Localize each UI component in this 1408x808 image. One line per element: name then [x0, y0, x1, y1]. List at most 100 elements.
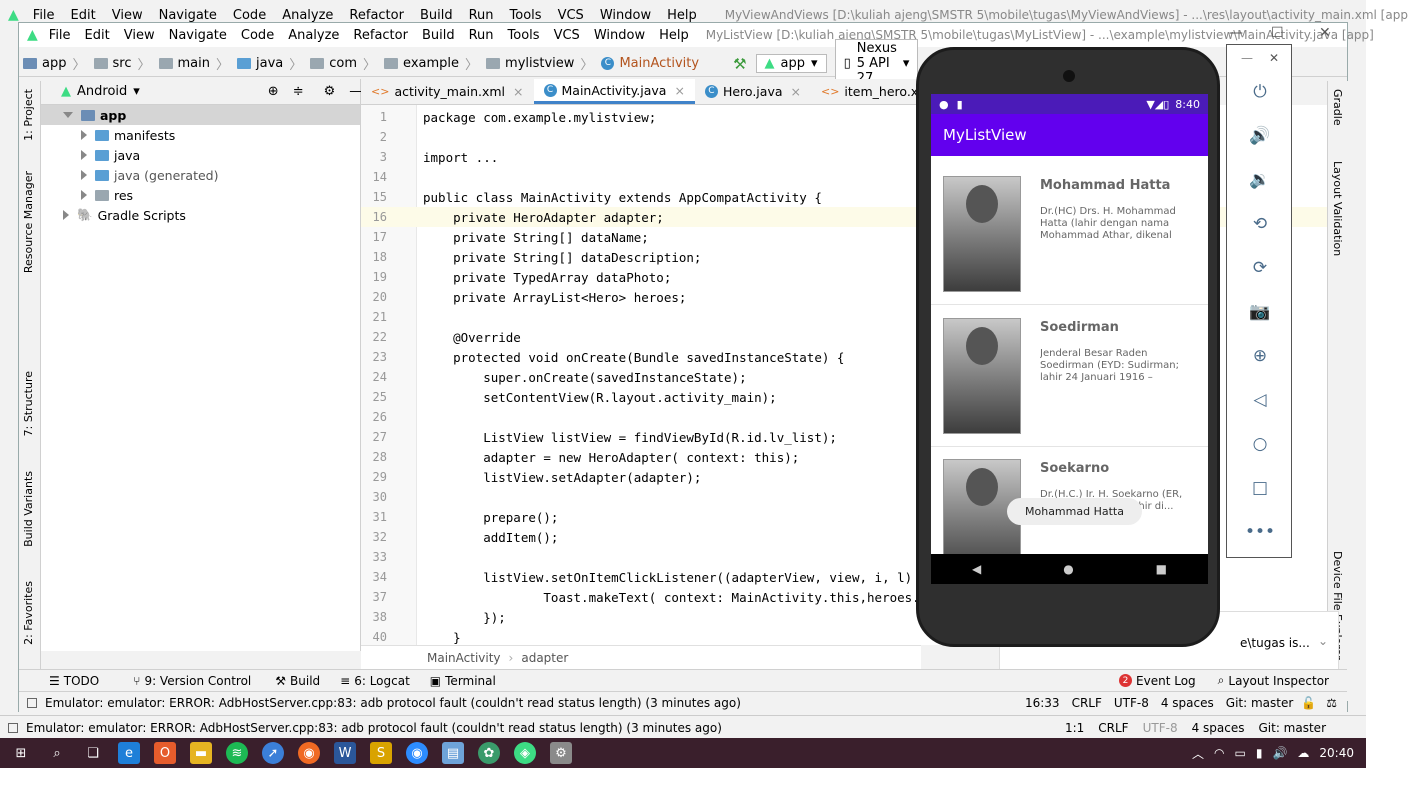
rotate-left-icon[interactable]: ⟲ [1247, 211, 1273, 237]
android-studio-icon[interactable]: ◈ [514, 742, 536, 764]
menu-view[interactable]: View [117, 28, 162, 43]
menu-vcs[interactable]: VCS [547, 28, 587, 43]
back-status-position[interactable]: 1:1 [1065, 721, 1084, 735]
crumb-app[interactable]: app 〉 [19, 54, 90, 73]
crumb-mylistview[interactable]: mylistview 〉 [482, 54, 597, 73]
gitkraken-icon[interactable]: ✿ [478, 742, 500, 764]
tree-item-java-generated[interactable]: java (generated) [41, 165, 360, 185]
status-indent[interactable]: 4 spaces [1161, 696, 1214, 710]
crumb-example[interactable]: example 〉 [380, 54, 482, 73]
crumb-com[interactable]: com 〉 [306, 54, 380, 73]
back-status-git[interactable]: Git: master [1258, 721, 1326, 735]
sublime-icon[interactable]: S [370, 742, 392, 764]
list-item[interactable]: Mohammad Hatta Dr.(HC) Drs. H. Mohammad … [931, 164, 1208, 305]
menu-help[interactable]: Help [652, 28, 696, 43]
close-icon[interactable]: ✕ [1319, 25, 1331, 41]
crumb-mainactivity[interactable]: C MainActivity [597, 56, 703, 71]
menu-code[interactable]: Code [234, 28, 281, 43]
menu-file[interactable]: File [42, 28, 78, 43]
cloud-icon[interactable]: ☁ [1297, 746, 1309, 760]
menu-window[interactable]: Window [587, 28, 652, 43]
todo-button[interactable]: ☰ TODO [49, 674, 99, 688]
status-position[interactable]: 16:33 [1025, 696, 1060, 710]
crumb-src[interactable]: src 〉 [90, 54, 155, 73]
menu-navigate[interactable]: Navigate [162, 28, 234, 43]
inspect-icon[interactable]: ⚖ [1326, 696, 1337, 710]
back-menu-window[interactable]: Window [592, 8, 659, 23]
breadcrumb-field[interactable]: adapter [521, 651, 568, 665]
back-menu-edit[interactable]: Edit [63, 8, 104, 23]
make-project-hammer-icon[interactable]: ⚒ [733, 55, 746, 73]
crumb-main[interactable]: main 〉 [155, 54, 234, 73]
zoom-icon[interactable]: ◉ [406, 742, 428, 764]
back-menu-help[interactable]: Help [659, 8, 705, 23]
search-icon[interactable]: ⌕ [46, 742, 68, 764]
notepad-icon[interactable]: ▤ [442, 742, 464, 764]
screenshot-icon[interactable]: 📷 [1247, 299, 1273, 325]
back-menu-vcs[interactable]: VCS [550, 8, 592, 23]
list-item[interactable]: Soedirman Jenderal Besar Raden Soedirman… [931, 306, 1208, 447]
version-control-button[interactable]: ⑂ 9: Version Control [133, 674, 251, 688]
back-menu-build[interactable]: Build [412, 8, 461, 23]
status-message[interactable]: Emulator: emulator: ERROR: AdbHostServer… [45, 696, 741, 710]
back-menu-navigate[interactable]: Navigate [151, 8, 225, 23]
wifi-icon[interactable]: ◠ [1214, 746, 1224, 760]
event-log-button[interactable]: 2 Event Log [1119, 674, 1196, 688]
power-icon[interactable]: ⏻ [1247, 79, 1273, 105]
status-crlf[interactable]: CRLF [1072, 696, 1102, 710]
back-menu-refactor[interactable]: Refactor [341, 8, 412, 23]
clock[interactable]: 20:40 [1319, 746, 1354, 760]
edge-icon[interactable]: e [118, 742, 140, 764]
close-tab-icon[interactable]: × [791, 84, 801, 99]
lock-icon[interactable]: 🔓 [1301, 696, 1316, 710]
locate-icon[interactable]: ⊕ [268, 84, 279, 99]
tree-item-manifests[interactable]: manifests [41, 125, 360, 145]
tab-favorites[interactable]: 2: Favorites [22, 581, 35, 645]
back-menu-tools[interactable]: Tools [502, 8, 550, 23]
tab-mainactivity-java[interactable]: C MainActivity.java × [533, 79, 695, 104]
breadcrumb-class[interactable]: MainActivity [427, 651, 501, 665]
back-menu-code[interactable]: Code [225, 8, 274, 23]
file-explorer-icon[interactable]: ▬ [190, 742, 212, 764]
layout-inspector-button[interactable]: ⌕ Layout Inspector [1218, 673, 1329, 688]
menu-refactor[interactable]: Refactor [346, 28, 415, 43]
logcat-button[interactable]: ≡ 6: Logcat [340, 674, 410, 688]
tab-layout-validation[interactable]: Layout Validation [1331, 161, 1344, 256]
overview-icon[interactable]: □ [1247, 475, 1273, 501]
minimize-icon[interactable]: — [1229, 25, 1243, 41]
back-status-crlf[interactable]: CRLF [1098, 721, 1128, 735]
crumb-java[interactable]: java 〉 [233, 54, 306, 73]
back-menu-run[interactable]: Run [461, 8, 502, 23]
tree-item-java[interactable]: java [41, 145, 360, 165]
build-button[interactable]: ⚒ Build [275, 674, 320, 688]
minimize-icon[interactable]: — [1241, 51, 1253, 65]
chevron-up-icon[interactable]: ︿ [1192, 745, 1204, 762]
more-icon[interactable]: ••• [1245, 519, 1275, 545]
menu-tools[interactable]: Tools [501, 28, 547, 43]
battery-icon[interactable]: ▮ [1256, 746, 1263, 760]
menu-edit[interactable]: Edit [78, 28, 117, 43]
tab-resource-manager[interactable]: Resource Manager [22, 171, 35, 273]
volume-down-icon[interactable]: 🔉 [1247, 167, 1273, 193]
back-menu-analyze[interactable]: Analyze [274, 8, 341, 23]
menu-build[interactable]: Build [415, 28, 462, 43]
chevron-down-icon[interactable]: ⌄ [1318, 634, 1328, 648]
back-icon[interactable]: ◀ [972, 562, 981, 576]
hero-list[interactable]: Mohammad Hatta Dr.(HC) Drs. H. Mohammad … [931, 156, 1208, 554]
collapse-all-icon[interactable]: ≑ [293, 84, 304, 99]
task-view-icon[interactable]: ❏ [82, 742, 104, 764]
word-icon[interactable]: W [334, 742, 356, 764]
close-tab-icon[interactable]: × [513, 84, 523, 99]
home-icon[interactable]: ○ [1247, 431, 1273, 457]
laptop-icon[interactable]: ▭ [1235, 746, 1246, 760]
terminal-button[interactable]: ▣ Terminal [430, 674, 496, 688]
menu-analyze[interactable]: Analyze [281, 28, 346, 43]
back-status-encoding[interactable]: UTF-8 [1143, 721, 1178, 735]
firefox-icon[interactable]: ◉ [298, 742, 320, 764]
home-icon[interactable]: ● [1063, 562, 1073, 576]
zoom-icon[interactable]: ⊕ [1247, 343, 1273, 369]
volume-icon[interactable]: 🔊 [1272, 746, 1287, 760]
status-encoding[interactable]: UTF-8 [1114, 696, 1149, 710]
tab-build-variants[interactable]: Build Variants [22, 471, 35, 547]
tab-activity-main-xml[interactable]: <> activity_main.xml × [361, 79, 534, 104]
